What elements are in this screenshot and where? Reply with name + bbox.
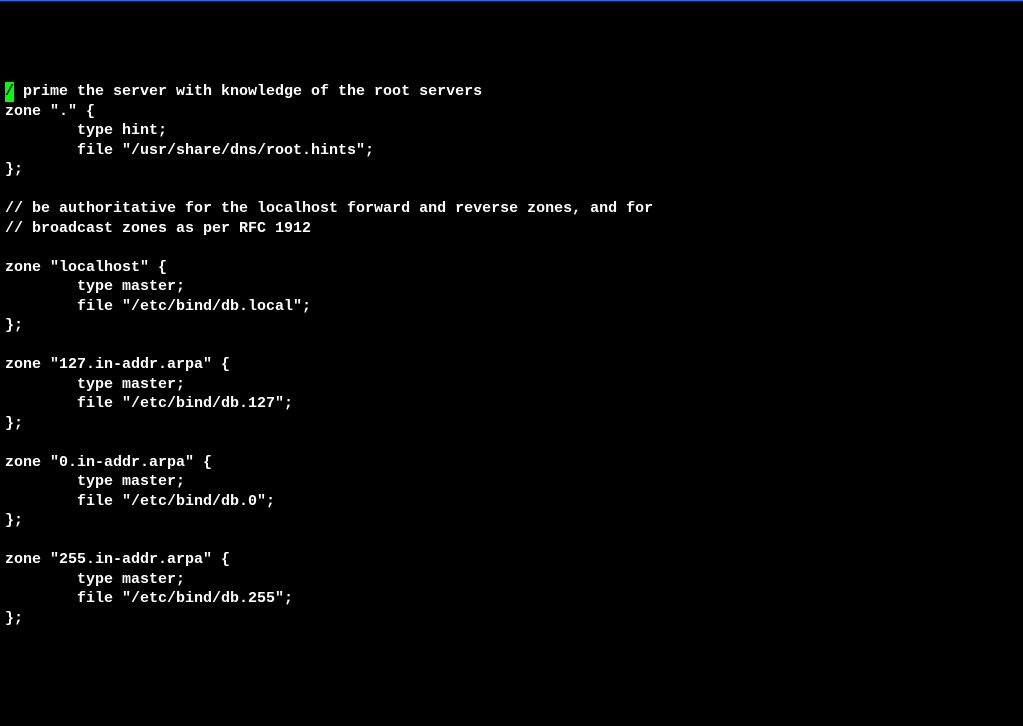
terminal-editor[interactable]: / prime the server with knowledge of the… [5,82,1018,628]
line-14: zone "127.in-addr.arpa" { [5,356,230,373]
cursor: / [5,82,14,102]
line-24: zone "255.in-addr.arpa" { [5,551,230,568]
line-4: }; [5,161,23,178]
line-1: zone "." { [5,103,95,120]
line-16: file "/etc/bind/db.127"; [5,395,293,412]
line-11: file "/etc/bind/db.local"; [5,298,311,315]
line-9: zone "localhost" { [5,259,167,276]
line-22: }; [5,512,23,529]
line-2: type hint; [5,122,167,139]
line-3: file "/usr/share/dns/root.hints"; [5,142,374,159]
line-12: }; [5,317,23,334]
line-6: // be authoritative for the localhost fo… [5,200,653,217]
line-25: type master; [5,571,185,588]
line-7: // broadcast zones as per RFC 1912 [5,220,311,237]
line-10: type master; [5,278,185,295]
line-20: type master; [5,473,185,490]
line-27: }; [5,610,23,627]
line-17: }; [5,415,23,432]
line-0-rest: prime the server with knowledge of the r… [14,83,482,100]
line-15: type master; [5,376,185,393]
line-19: zone "0.in-addr.arpa" { [5,454,212,471]
line-21: file "/etc/bind/db.0"; [5,493,275,510]
line-26: file "/etc/bind/db.255"; [5,590,293,607]
